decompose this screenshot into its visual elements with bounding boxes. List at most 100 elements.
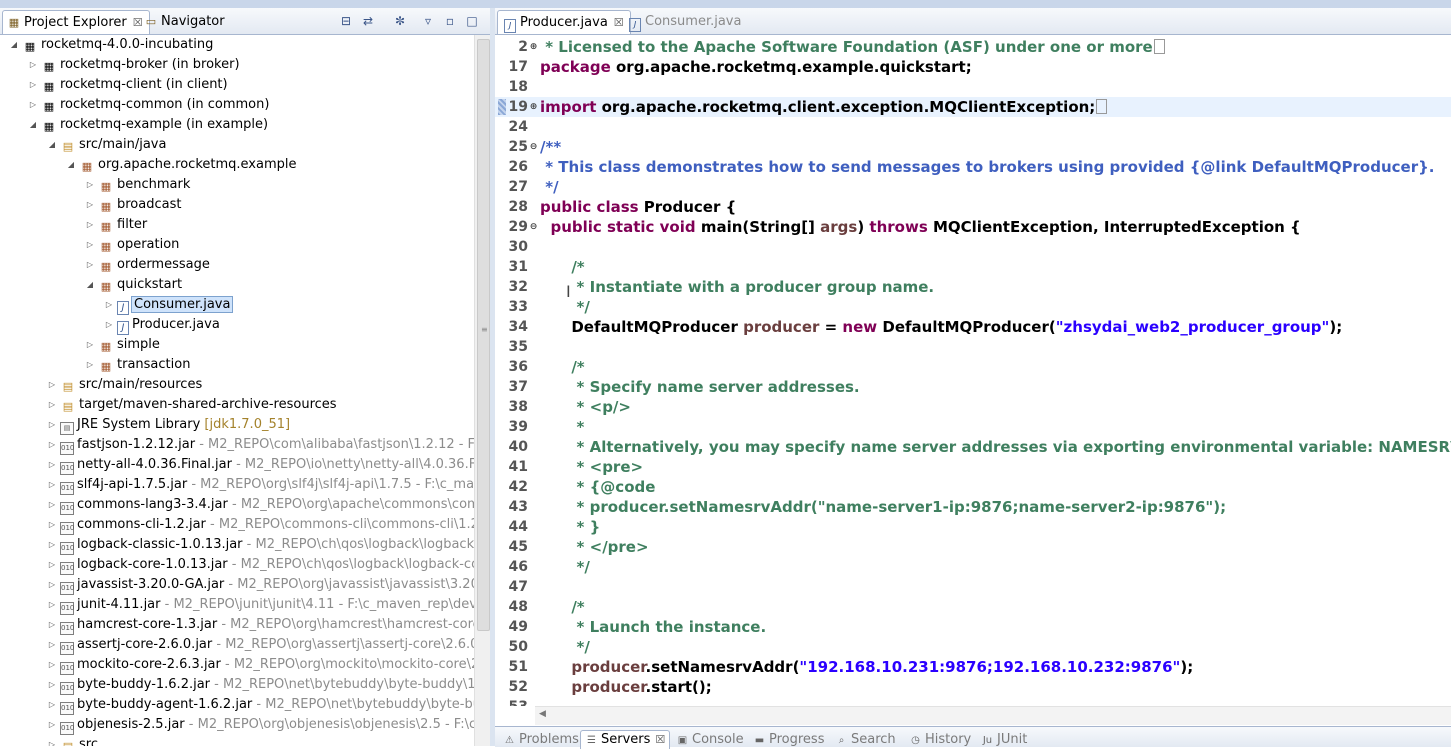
- view-menu-icon[interactable]: ▿: [420, 13, 436, 29]
- collapse-all-icon[interactable]: ⊟: [338, 13, 354, 29]
- tab-console[interactable]: ▣ Console: [676, 731, 744, 749]
- tree-item[interactable]: ▷ 010 byte-buddy-1.6.2.jar - M2_REPO\net\b…: [46, 675, 474, 695]
- code-line[interactable]: 28 public class Producer {: [495, 197, 1451, 217]
- code-line[interactable]: 31 /*: [495, 257, 1451, 277]
- tab-servers[interactable]: ☰ Servers ☒: [580, 730, 671, 749]
- tree-item[interactable]: ▷ ▦ filter: [84, 215, 147, 235]
- code-line[interactable]: 24: [495, 117, 1451, 137]
- scrollbar-thumb[interactable]: ≡: [477, 39, 490, 631]
- code-line[interactable]: 32 * Instantiate with a producer group n…: [495, 277, 1451, 297]
- expand-arrow-icon[interactable]: ▷: [103, 295, 115, 315]
- expand-arrow-icon[interactable]: ▷: [46, 415, 58, 435]
- folded-code-marker-icon[interactable]: [1096, 99, 1108, 114]
- tree-item[interactable]: ▷ 010 logback-core-1.0.13.jar - M2_REPO\ch…: [46, 555, 474, 575]
- tree-item[interactable]: ▷ 010 objenesis-2.5.jar - M2_REPO\org\obje…: [46, 715, 474, 735]
- tree-item[interactable]: ▷ ▤ JRE System Library [jdk1.7.0_51]: [46, 415, 290, 435]
- code-line[interactable]: 52 producer.start();: [495, 677, 1451, 697]
- expand-arrow-icon[interactable]: ▷: [46, 615, 58, 635]
- code-line[interactable]: 37 * Specify name server addresses.: [495, 377, 1451, 397]
- tree-item[interactable]: ▷ 010 assertj-core-2.6.0.jar - M2_REPO\org…: [46, 635, 474, 655]
- tree-item[interactable]: ▷ J Producer.java: [103, 315, 220, 335]
- expand-arrow-icon[interactable]: ▷: [27, 95, 39, 115]
- expand-arrow-icon[interactable]: ▷: [46, 395, 58, 415]
- expand-arrow-icon[interactable]: ▷: [46, 695, 58, 715]
- tab-junit[interactable]: Ju JUnit: [981, 731, 1027, 749]
- tree-item[interactable]: ▷ ▦ operation: [84, 235, 180, 255]
- code-line[interactable]: 53: [495, 697, 1451, 706]
- expand-arrow-icon[interactable]: ▷: [84, 195, 96, 215]
- code-line[interactable]: 2 ⊕ * Licensed to the Apache Software Fou…: [495, 37, 1451, 57]
- expand-fold-icon[interactable]: ⊕: [529, 37, 538, 57]
- expand-arrow-icon[interactable]: ▷: [46, 475, 58, 495]
- tree-item[interactable]: ▷ ▦ broadcast: [84, 195, 182, 215]
- tree-item[interactable]: ▷ ▦ benchmark: [84, 175, 190, 195]
- code-line[interactable]: 49 * Launch the instance.: [495, 617, 1451, 637]
- expand-arrow-icon[interactable]: ▷: [46, 495, 58, 515]
- tree-item[interactable]: ▷ 010 hamcrest-core-1.3.jar - M2_REPO\org\…: [46, 615, 474, 635]
- tree-item[interactable]: ◢ ▦ quickstart: [84, 275, 182, 295]
- code-line[interactable]: 41 * <pre>: [495, 457, 1451, 477]
- collapse-arrow-icon[interactable]: ◢: [46, 135, 58, 155]
- tab-project-explorer[interactable]: ▦ Project Explorer ☒: [2, 10, 150, 34]
- close-icon[interactable]: ☒: [655, 733, 665, 746]
- expand-arrow-icon[interactable]: ▷: [46, 575, 58, 595]
- expand-arrow-icon[interactable]: ▷: [84, 235, 96, 255]
- editor-tab-producer[interactable]: J Producer.java ☒: [497, 10, 631, 34]
- link-with-editor-icon[interactable]: ⇄: [360, 13, 376, 29]
- tree-item[interactable]: ▷ 010 logback-classic-1.0.13.jar - M2_REPO…: [46, 535, 474, 555]
- expand-arrow-icon[interactable]: ▷: [84, 355, 96, 375]
- tab-history[interactable]: ◷ History: [909, 731, 971, 749]
- tree-item[interactable]: ▷ 010 fastjson-1.2.12.jar - M2_REPO\com\al…: [46, 435, 474, 455]
- tree-item[interactable]: ◢ ▦ rocketmq-example (in example): [27, 115, 268, 135]
- tree-item[interactable]: ▷ 010 commons-lang3-3.4.jar - M2_REPO\org\…: [46, 495, 474, 515]
- expand-arrow-icon[interactable]: ▷: [84, 335, 96, 355]
- tree-item[interactable]: ▷ 010 byte-buddy-agent-1.6.2.jar - M2_REPO…: [46, 695, 474, 715]
- code-line[interactable]: 18: [495, 77, 1451, 97]
- maximize-icon[interactable]: □: [464, 13, 480, 29]
- tree-item[interactable]: ▷ J Consumer.java: [103, 295, 234, 315]
- expand-arrow-icon[interactable]: ▷: [46, 675, 58, 695]
- tab-search[interactable]: ⌕ Search: [835, 731, 896, 749]
- code-line[interactable]: 19 ⊕ import org.apache.rocketmq.client.exc…: [495, 97, 1451, 117]
- expand-arrow-icon[interactable]: ▷: [46, 635, 58, 655]
- expand-arrow-icon[interactable]: ▷: [46, 655, 58, 675]
- code-line[interactable]: 48 /*: [495, 597, 1451, 617]
- tree-item[interactable]: ▷ 010 netty-all-4.0.36.Final.jar - M2_REPO…: [46, 455, 474, 475]
- tree-item[interactable]: ▷ ▤ target/maven-shared-archive-resources: [46, 395, 337, 415]
- tree-item[interactable]: ▷ ▦ rocketmq-client (in client): [27, 75, 228, 95]
- expand-arrow-icon[interactable]: ▷: [27, 75, 39, 95]
- code-line[interactable]: 47: [495, 577, 1451, 597]
- expand-arrow-icon[interactable]: ▷: [84, 215, 96, 235]
- code-line[interactable]: 51 producer.setNamesrvAddr("192.168.10.2…: [495, 657, 1451, 677]
- code-line[interactable]: 35: [495, 337, 1451, 357]
- code-line[interactable]: 30: [495, 237, 1451, 257]
- tree-item[interactable]: ▷ ▦ rocketmq-common (in common): [27, 95, 270, 115]
- tree-item[interactable]: ▷ 010 junit-4.11.jar - M2_REPO\junit\junit…: [46, 595, 474, 615]
- code-line[interactable]: 42 * {@code: [495, 477, 1451, 497]
- tab-navigator[interactable]: ▭ Navigator: [140, 10, 231, 33]
- code-line[interactable]: 25 ⊖/**: [495, 137, 1451, 157]
- collapse-fold-icon[interactable]: ⊖: [529, 137, 538, 157]
- code-line[interactable]: 46 */: [495, 557, 1451, 577]
- tree-item[interactable]: ▷ ▦ rocketmq-broker (in broker): [27, 55, 240, 75]
- expand-arrow-icon[interactable]: ▷: [84, 175, 96, 195]
- collapse-fold-icon[interactable]: ⊖: [529, 217, 538, 237]
- code-area[interactable]: 2 ⊕ * Licensed to the Apache Software Fou…: [495, 34, 1451, 706]
- code-line[interactable]: 17 package org.apache.rocketmq.example.qu…: [495, 57, 1451, 77]
- tab-progress[interactable]: ▬ Progress: [753, 731, 825, 749]
- code-line[interactable]: 39 *: [495, 417, 1451, 437]
- code-line[interactable]: 44 * }: [495, 517, 1451, 537]
- code-line[interactable]: 40 * Alternatively, you may specify name…: [495, 437, 1451, 457]
- tree-item[interactable]: ▷ 010 javassist-3.20.0-GA.jar - M2_REPO\or…: [46, 575, 474, 595]
- expand-arrow-icon[interactable]: ▷: [46, 535, 58, 555]
- tree-item[interactable]: ▷ ▦ transaction: [84, 355, 191, 375]
- expand-arrow-icon[interactable]: ▷: [84, 255, 96, 275]
- minimize-icon[interactable]: ▫: [442, 13, 458, 29]
- code-line[interactable]: 33 */: [495, 297, 1451, 317]
- expand-arrow-icon[interactable]: ▷: [27, 55, 39, 75]
- tree-item[interactable]: ◢ ▤ src/main/java: [46, 135, 167, 155]
- expand-fold-icon[interactable]: ⊕: [529, 97, 538, 117]
- tree-vertical-scrollbar[interactable]: ≡: [474, 35, 491, 746]
- collapse-arrow-icon[interactable]: ◢: [27, 115, 39, 135]
- expand-arrow-icon[interactable]: ▷: [46, 735, 58, 746]
